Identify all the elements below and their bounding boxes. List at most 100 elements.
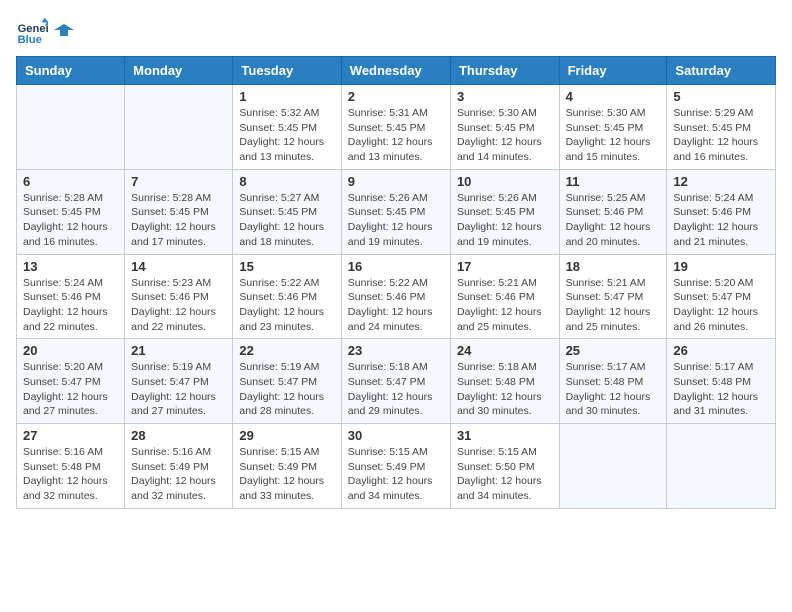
day-info: Sunrise: 5:26 AMSunset: 5:45 PMDaylight:…	[457, 191, 553, 250]
weekday-header-wednesday: Wednesday	[341, 57, 450, 85]
day-number: 17	[457, 259, 553, 274]
calendar-cell: 1Sunrise: 5:32 AMSunset: 5:45 PMDaylight…	[233, 85, 341, 170]
day-info: Sunrise: 5:16 AMSunset: 5:49 PMDaylight:…	[131, 445, 226, 504]
day-number: 22	[239, 343, 334, 358]
calendar-cell: 24 Sunrise: 5:18 AMSunset: 5:48 PMDayligh…	[450, 339, 559, 424]
day-number: 27	[23, 428, 118, 443]
day-info: Sunrise: 5:20 AMSunset: 5:47 PMDaylight:…	[673, 276, 769, 335]
day-number: 14	[131, 259, 226, 274]
day-info: Sunrise: 5:27 AMSunset: 5:45 PMDaylight:…	[239, 191, 334, 250]
day-info: Sunrise: 5:30 AMSunset: 5:45 PMDaylight:…	[566, 106, 661, 165]
day-number: 2	[348, 89, 444, 104]
day-number: 18	[566, 259, 661, 274]
day-number: 26	[673, 343, 769, 358]
day-number: 5	[673, 89, 769, 104]
day-info: Sunrise: 5:16 AMSunset: 5:48 PMDaylight:…	[23, 445, 118, 504]
calendar-cell	[125, 85, 233, 170]
day-number: 16	[348, 259, 444, 274]
weekday-header-thursday: Thursday	[450, 57, 559, 85]
calendar-cell: 9Sunrise: 5:26 AMSunset: 5:45 PMDaylight…	[341, 169, 450, 254]
weekday-header-tuesday: Tuesday	[233, 57, 341, 85]
day-info: Sunrise: 5:25 AMSunset: 5:46 PMDaylight:…	[566, 191, 661, 250]
day-number: 7	[131, 174, 226, 189]
week-row-4: 20 Sunrise: 5:20 AMSunset: 5:47 PMDayligh…	[17, 339, 776, 424]
day-number: 31	[457, 428, 553, 443]
calendar-cell: 30 Sunrise: 5:15 AMSunset: 5:49 PMDayligh…	[341, 424, 450, 509]
calendar-cell: 28 Sunrise: 5:16 AMSunset: 5:49 PMDayligh…	[125, 424, 233, 509]
calendar-cell: 17 Sunrise: 5:21 AMSunset: 5:46 PMDayligh…	[450, 254, 559, 339]
calendar-cell: 20 Sunrise: 5:20 AMSunset: 5:47 PMDayligh…	[17, 339, 125, 424]
day-number: 4	[566, 89, 661, 104]
week-row-1: 1Sunrise: 5:32 AMSunset: 5:45 PMDaylight…	[17, 85, 776, 170]
day-number: 21	[131, 343, 226, 358]
weekday-header-sunday: Sunday	[17, 57, 125, 85]
calendar-cell: 25Sunrise: 5:17 AMSunset: 5:48 PMDayligh…	[559, 339, 667, 424]
day-number: 15	[239, 259, 334, 274]
day-info: Sunrise: 5:22 AMSunset: 5:46 PMDaylight:…	[348, 276, 444, 335]
svg-text:Blue: Blue	[18, 34, 42, 46]
day-info: Sunrise: 5:23 AMSunset: 5:46 PMDaylight:…	[131, 276, 226, 335]
day-info: Sunrise: 5:19 AMSunset: 5:47 PMDaylight:…	[239, 360, 334, 419]
day-number: 24	[457, 343, 553, 358]
day-number: 19	[673, 259, 769, 274]
calendar-cell: 7 Sunrise: 5:28 AMSunset: 5:45 PMDaylight…	[125, 169, 233, 254]
day-number: 12	[673, 174, 769, 189]
week-row-5: 27 Sunrise: 5:16 AMSunset: 5:48 PMDayligh…	[17, 424, 776, 509]
calendar-cell: 22 Sunrise: 5:19 AMSunset: 5:47 PMDayligh…	[233, 339, 341, 424]
weekday-header-monday: Monday	[125, 57, 233, 85]
day-info: Sunrise: 5:28 AMSunset: 5:45 PMDaylight:…	[23, 191, 118, 250]
calendar-cell: 29 Sunrise: 5:15 AMSunset: 5:49 PMDayligh…	[233, 424, 341, 509]
day-info: Sunrise: 5:22 AMSunset: 5:46 PMDaylight:…	[239, 276, 334, 335]
day-number: 11	[566, 174, 661, 189]
day-info: Sunrise: 5:21 AMSunset: 5:46 PMDaylight:…	[457, 276, 553, 335]
weekday-header-saturday: Saturday	[667, 57, 776, 85]
calendar-cell: 5 Sunrise: 5:29 AMSunset: 5:45 PMDaylight…	[667, 85, 776, 170]
calendar-cell: 3Sunrise: 5:30 AMSunset: 5:45 PMDaylight…	[450, 85, 559, 170]
calendar-cell	[17, 85, 125, 170]
calendar-cell: 4 Sunrise: 5:30 AMSunset: 5:45 PMDaylight…	[559, 85, 667, 170]
calendar-cell: 12 Sunrise: 5:24 AMSunset: 5:46 PMDayligh…	[667, 169, 776, 254]
day-number: 20	[23, 343, 118, 358]
day-number: 30	[348, 428, 444, 443]
calendar-cell: 27 Sunrise: 5:16 AMSunset: 5:48 PMDayligh…	[17, 424, 125, 509]
day-info: Sunrise: 5:19 AMSunset: 5:47 PMDaylight:…	[131, 360, 226, 419]
day-info: Sunrise: 5:15 AMSunset: 5:49 PMDaylight:…	[348, 445, 444, 504]
calendar-cell: 19 Sunrise: 5:20 AMSunset: 5:47 PMDayligh…	[667, 254, 776, 339]
day-number: 8	[239, 174, 334, 189]
calendar-cell: 14 Sunrise: 5:23 AMSunset: 5:46 PMDayligh…	[125, 254, 233, 339]
weekday-header-friday: Friday	[559, 57, 667, 85]
calendar-cell: 15 Sunrise: 5:22 AMSunset: 5:46 PMDayligh…	[233, 254, 341, 339]
week-row-3: 13 Sunrise: 5:24 AMSunset: 5:46 PMDayligh…	[17, 254, 776, 339]
page-header: General Blue	[16, 16, 776, 48]
calendar-table: SundayMondayTuesdayWednesdayThursdayFrid…	[16, 56, 776, 509]
day-info: Sunrise: 5:17 AMSunset: 5:48 PMDaylight:…	[673, 360, 769, 419]
logo: General Blue	[16, 16, 74, 48]
calendar-cell: 8 Sunrise: 5:27 AMSunset: 5:45 PMDaylight…	[233, 169, 341, 254]
day-info: Sunrise: 5:18 AMSunset: 5:48 PMDaylight:…	[457, 360, 553, 419]
day-info: Sunrise: 5:20 AMSunset: 5:47 PMDaylight:…	[23, 360, 118, 419]
calendar-cell: 31Sunrise: 5:15 AMSunset: 5:50 PMDayligh…	[450, 424, 559, 509]
calendar-cell: 10Sunrise: 5:26 AMSunset: 5:45 PMDayligh…	[450, 169, 559, 254]
day-number: 29	[239, 428, 334, 443]
day-info: Sunrise: 5:28 AMSunset: 5:45 PMDaylight:…	[131, 191, 226, 250]
logo-bird-icon	[54, 22, 74, 42]
svg-text:General: General	[18, 23, 48, 35]
day-number: 13	[23, 259, 118, 274]
day-number: 23	[348, 343, 444, 358]
calendar-cell: 18Sunrise: 5:21 AMSunset: 5:47 PMDayligh…	[559, 254, 667, 339]
day-number: 28	[131, 428, 226, 443]
day-info: Sunrise: 5:15 AMSunset: 5:49 PMDaylight:…	[239, 445, 334, 504]
day-info: Sunrise: 5:24 AMSunset: 5:46 PMDaylight:…	[23, 276, 118, 335]
calendar-cell: 11 Sunrise: 5:25 AMSunset: 5:46 PMDayligh…	[559, 169, 667, 254]
day-info: Sunrise: 5:29 AMSunset: 5:45 PMDaylight:…	[673, 106, 769, 165]
calendar-cell	[559, 424, 667, 509]
day-info: Sunrise: 5:32 AMSunset: 5:45 PMDaylight:…	[239, 106, 334, 165]
day-info: Sunrise: 5:17 AMSunset: 5:48 PMDaylight:…	[566, 360, 661, 419]
day-info: Sunrise: 5:24 AMSunset: 5:46 PMDaylight:…	[673, 191, 769, 250]
logo-icon: General Blue	[16, 16, 48, 48]
calendar-cell: 16 Sunrise: 5:22 AMSunset: 5:46 PMDayligh…	[341, 254, 450, 339]
day-number: 6	[23, 174, 118, 189]
day-number: 9	[348, 174, 444, 189]
weekday-header-row: SundayMondayTuesdayWednesdayThursdayFrid…	[17, 57, 776, 85]
calendar-cell: 21 Sunrise: 5:19 AMSunset: 5:47 PMDayligh…	[125, 339, 233, 424]
